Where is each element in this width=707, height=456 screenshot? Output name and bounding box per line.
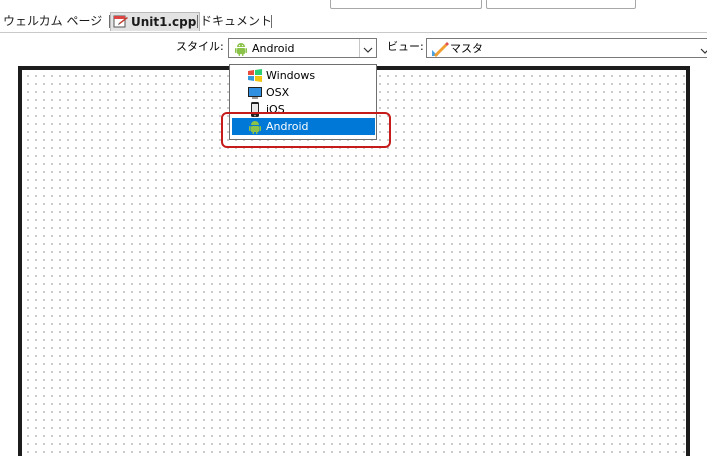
style-label: スタイル: (176, 40, 224, 53)
style-option-osx-label: OSX (266, 86, 290, 99)
view-combobox[interactable]: マスタ (426, 38, 707, 58)
annotation-highlight-box (221, 112, 391, 148)
style-combobox-value: Android (252, 42, 295, 55)
style-option-osx[interactable]: OSX (232, 84, 375, 101)
master-view-icon (431, 41, 449, 60)
editor-tab-strip: ウェルカム ページ Unit1.cpp ドキュメント (0, 10, 707, 33)
view-label: ビュー: (387, 40, 424, 53)
chevron-down-icon (363, 44, 373, 57)
style-option-windows-label: Windows (266, 69, 316, 82)
tab-separator (197, 15, 198, 28)
tab-unit1-cpp[interactable]: Unit1.cpp (110, 12, 201, 34)
android-icon (233, 41, 249, 60)
tab-document[interactable]: ドキュメント (200, 13, 272, 30)
top-field-right (486, 0, 636, 9)
tab-unit1-cpp-label: Unit1.cpp (131, 15, 197, 29)
cpp-file-icon (113, 14, 129, 34)
tab-document-label: ドキュメント (200, 14, 273, 28)
style-combobox-dropdown-button[interactable] (359, 39, 376, 57)
style-combobox[interactable]: Android (228, 38, 377, 58)
view-combobox-value: マスタ (450, 42, 483, 55)
tab-separator (271, 15, 272, 28)
style-option-windows[interactable]: Windows (232, 67, 375, 84)
top-field-left (330, 0, 482, 9)
tab-welcome-page-label: ウェルカム ページ (3, 14, 103, 28)
chevron-down-icon[interactable] (700, 45, 707, 58)
tab-welcome-page[interactable]: ウェルカム ページ (3, 13, 102, 30)
